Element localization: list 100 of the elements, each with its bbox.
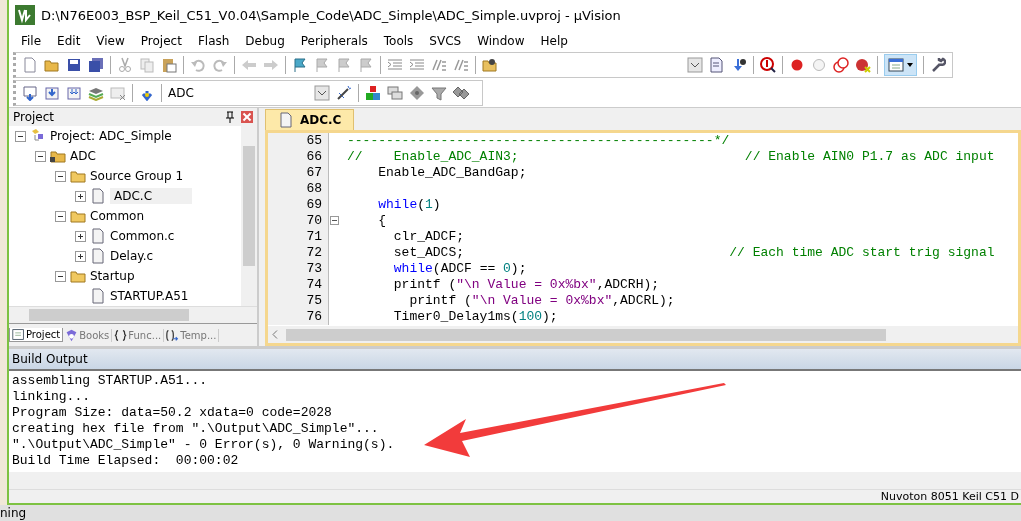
editor-tab[interactable]: ADC.C	[265, 109, 355, 130]
panel-tab[interactable]: Project	[9, 328, 64, 342]
expand-icon[interactable]	[75, 190, 86, 202]
collapse-icon[interactable]	[15, 130, 26, 142]
dropdown-icon[interactable]	[314, 85, 330, 101]
panel-tab[interactable]: Books	[63, 328, 113, 342]
tree-item[interactable]: Common	[9, 206, 241, 226]
menu-item[interactable]: Debug	[237, 33, 293, 48]
tree-item[interactable]: Common.c	[9, 226, 241, 246]
line-number: 67	[268, 165, 328, 181]
menu-item[interactable]: Tools	[375, 33, 422, 48]
books-icon[interactable]	[65, 328, 79, 342]
debug-icon[interactable]	[760, 57, 776, 73]
menu-item[interactable]: Window	[469, 33, 533, 48]
rebuild-icon[interactable]	[66, 85, 82, 101]
menu-item[interactable]: View	[88, 33, 133, 48]
comment-icon[interactable]	[431, 57, 447, 73]
menu-item[interactable]: Help	[532, 33, 576, 48]
diamond-icon[interactable]	[409, 85, 425, 101]
output-line: creating hex file from ".\Output\ADC_Simple"...	[12, 421, 380, 437]
output-line: linking...	[12, 389, 91, 405]
panel-tab[interactable]: Temp...	[164, 328, 220, 342]
paste-icon[interactable]	[161, 57, 177, 73]
file-icon[interactable]	[278, 112, 294, 128]
tree-item[interactable]: Delay.c	[9, 246, 241, 266]
expand-icon[interactable]	[75, 250, 86, 262]
breakpoint-icon[interactable]	[789, 57, 805, 73]
tree-item[interactable]: STARTUP.A51	[9, 286, 241, 306]
comment-icon[interactable]	[453, 57, 469, 73]
line-number: 72	[268, 245, 328, 261]
folder-icon	[70, 168, 86, 184]
code-line: printf ("\n Value = 0x%bx",ADCRH);	[392, 277, 660, 293]
breakpoint-icon[interactable]	[855, 57, 871, 73]
funnel-icon[interactable]	[431, 85, 447, 101]
collapse-icon[interactable]	[55, 270, 66, 282]
collapse-icon[interactable]	[35, 150, 46, 162]
folder-icon	[70, 208, 86, 224]
magic-wand-icon[interactable]	[336, 85, 352, 101]
code-line: Enable_ADC_BandGap;	[377, 165, 527, 181]
line-number: 73	[268, 261, 328, 277]
code-line: clr_ADCF;	[392, 229, 465, 245]
diamonds-icon[interactable]	[453, 85, 469, 101]
menu-item[interactable]: Flash	[189, 33, 238, 48]
target-label: ADC	[168, 86, 195, 100]
vertical-scrollbar[interactable]	[241, 126, 257, 306]
batch-build-icon[interactable]	[88, 85, 104, 101]
fold-icon[interactable]	[330, 216, 339, 225]
translate-icon[interactable]	[22, 85, 38, 101]
menu-item[interactable]: Project	[132, 33, 190, 48]
code-line: -----------------------------------------------*/	[347, 133, 730, 149]
find-in-files-icon[interactable]	[482, 57, 498, 73]
book-icon[interactable]	[12, 328, 25, 341]
window-layout-button[interactable]	[884, 54, 917, 76]
template-icon[interactable]	[166, 328, 180, 342]
breakpoint-icon[interactable]	[833, 57, 849, 73]
file-icon	[90, 188, 106, 204]
line-number: 66	[268, 149, 328, 165]
file-icon	[90, 228, 106, 244]
panel-tab[interactable]: Func...	[112, 328, 165, 342]
output-line: Build Time Elapsed: 00:00:02	[12, 453, 240, 469]
menu-item[interactable]: Edit	[49, 33, 89, 48]
wrench-icon[interactable]	[930, 57, 946, 73]
tree-item[interactable]: Source Group 1	[9, 166, 241, 186]
caret-icon[interactable]	[907, 63, 913, 67]
build-icon[interactable]	[44, 85, 60, 101]
code-line: while(1)	[377, 197, 441, 213]
stop-build-icon[interactable]	[110, 85, 126, 101]
horizontal-scrollbar[interactable]	[268, 326, 1018, 343]
horizontal-scrollbar[interactable]	[9, 306, 257, 323]
code-line: while(ADCF == 0);	[392, 261, 527, 277]
line-number: 69	[268, 197, 328, 213]
pin-icon[interactable]	[225, 111, 235, 123]
open-folder-icon[interactable]	[44, 57, 60, 73]
collapse-icon[interactable]	[55, 170, 66, 182]
close-button[interactable]	[241, 111, 253, 123]
target-folder-icon	[50, 148, 66, 164]
menu-item[interactable]: SVCS	[421, 33, 470, 48]
document-search-icon[interactable]	[709, 57, 725, 73]
blocks-icon[interactable]	[365, 85, 381, 101]
braces-icon[interactable]	[114, 328, 128, 342]
stacked-windows-icon[interactable]	[387, 85, 403, 101]
menu-item[interactable]: File	[13, 33, 50, 48]
save-icon[interactable]	[66, 57, 82, 73]
tree-item[interactable]: Project: ADC_Simple	[9, 126, 241, 146]
save-all-icon[interactable]	[88, 57, 104, 73]
tree-item[interactable]: Startup	[9, 266, 241, 286]
line-number: 70	[268, 213, 328, 229]
line-number: 65	[268, 133, 328, 149]
line-number: 75	[268, 293, 328, 309]
window-layout-icon[interactable]	[888, 57, 904, 73]
file-icon	[90, 248, 106, 264]
flag-icon[interactable]	[292, 57, 308, 73]
code-line: Timer0_Delay1ms(100);	[392, 309, 558, 325]
expand-icon[interactable]	[75, 230, 86, 242]
menu-item[interactable]: Peripherals	[292, 33, 376, 48]
tree-item[interactable]: ADC.C	[9, 186, 241, 206]
dropdown-icon[interactable]	[687, 57, 703, 73]
code-line: // Enable_ADC_AIN3; // Enable AIN0 P1.7 as ADC input	[347, 149, 995, 165]
tree-item[interactable]: ADC	[9, 146, 241, 166]
collapse-icon[interactable]	[55, 210, 66, 222]
